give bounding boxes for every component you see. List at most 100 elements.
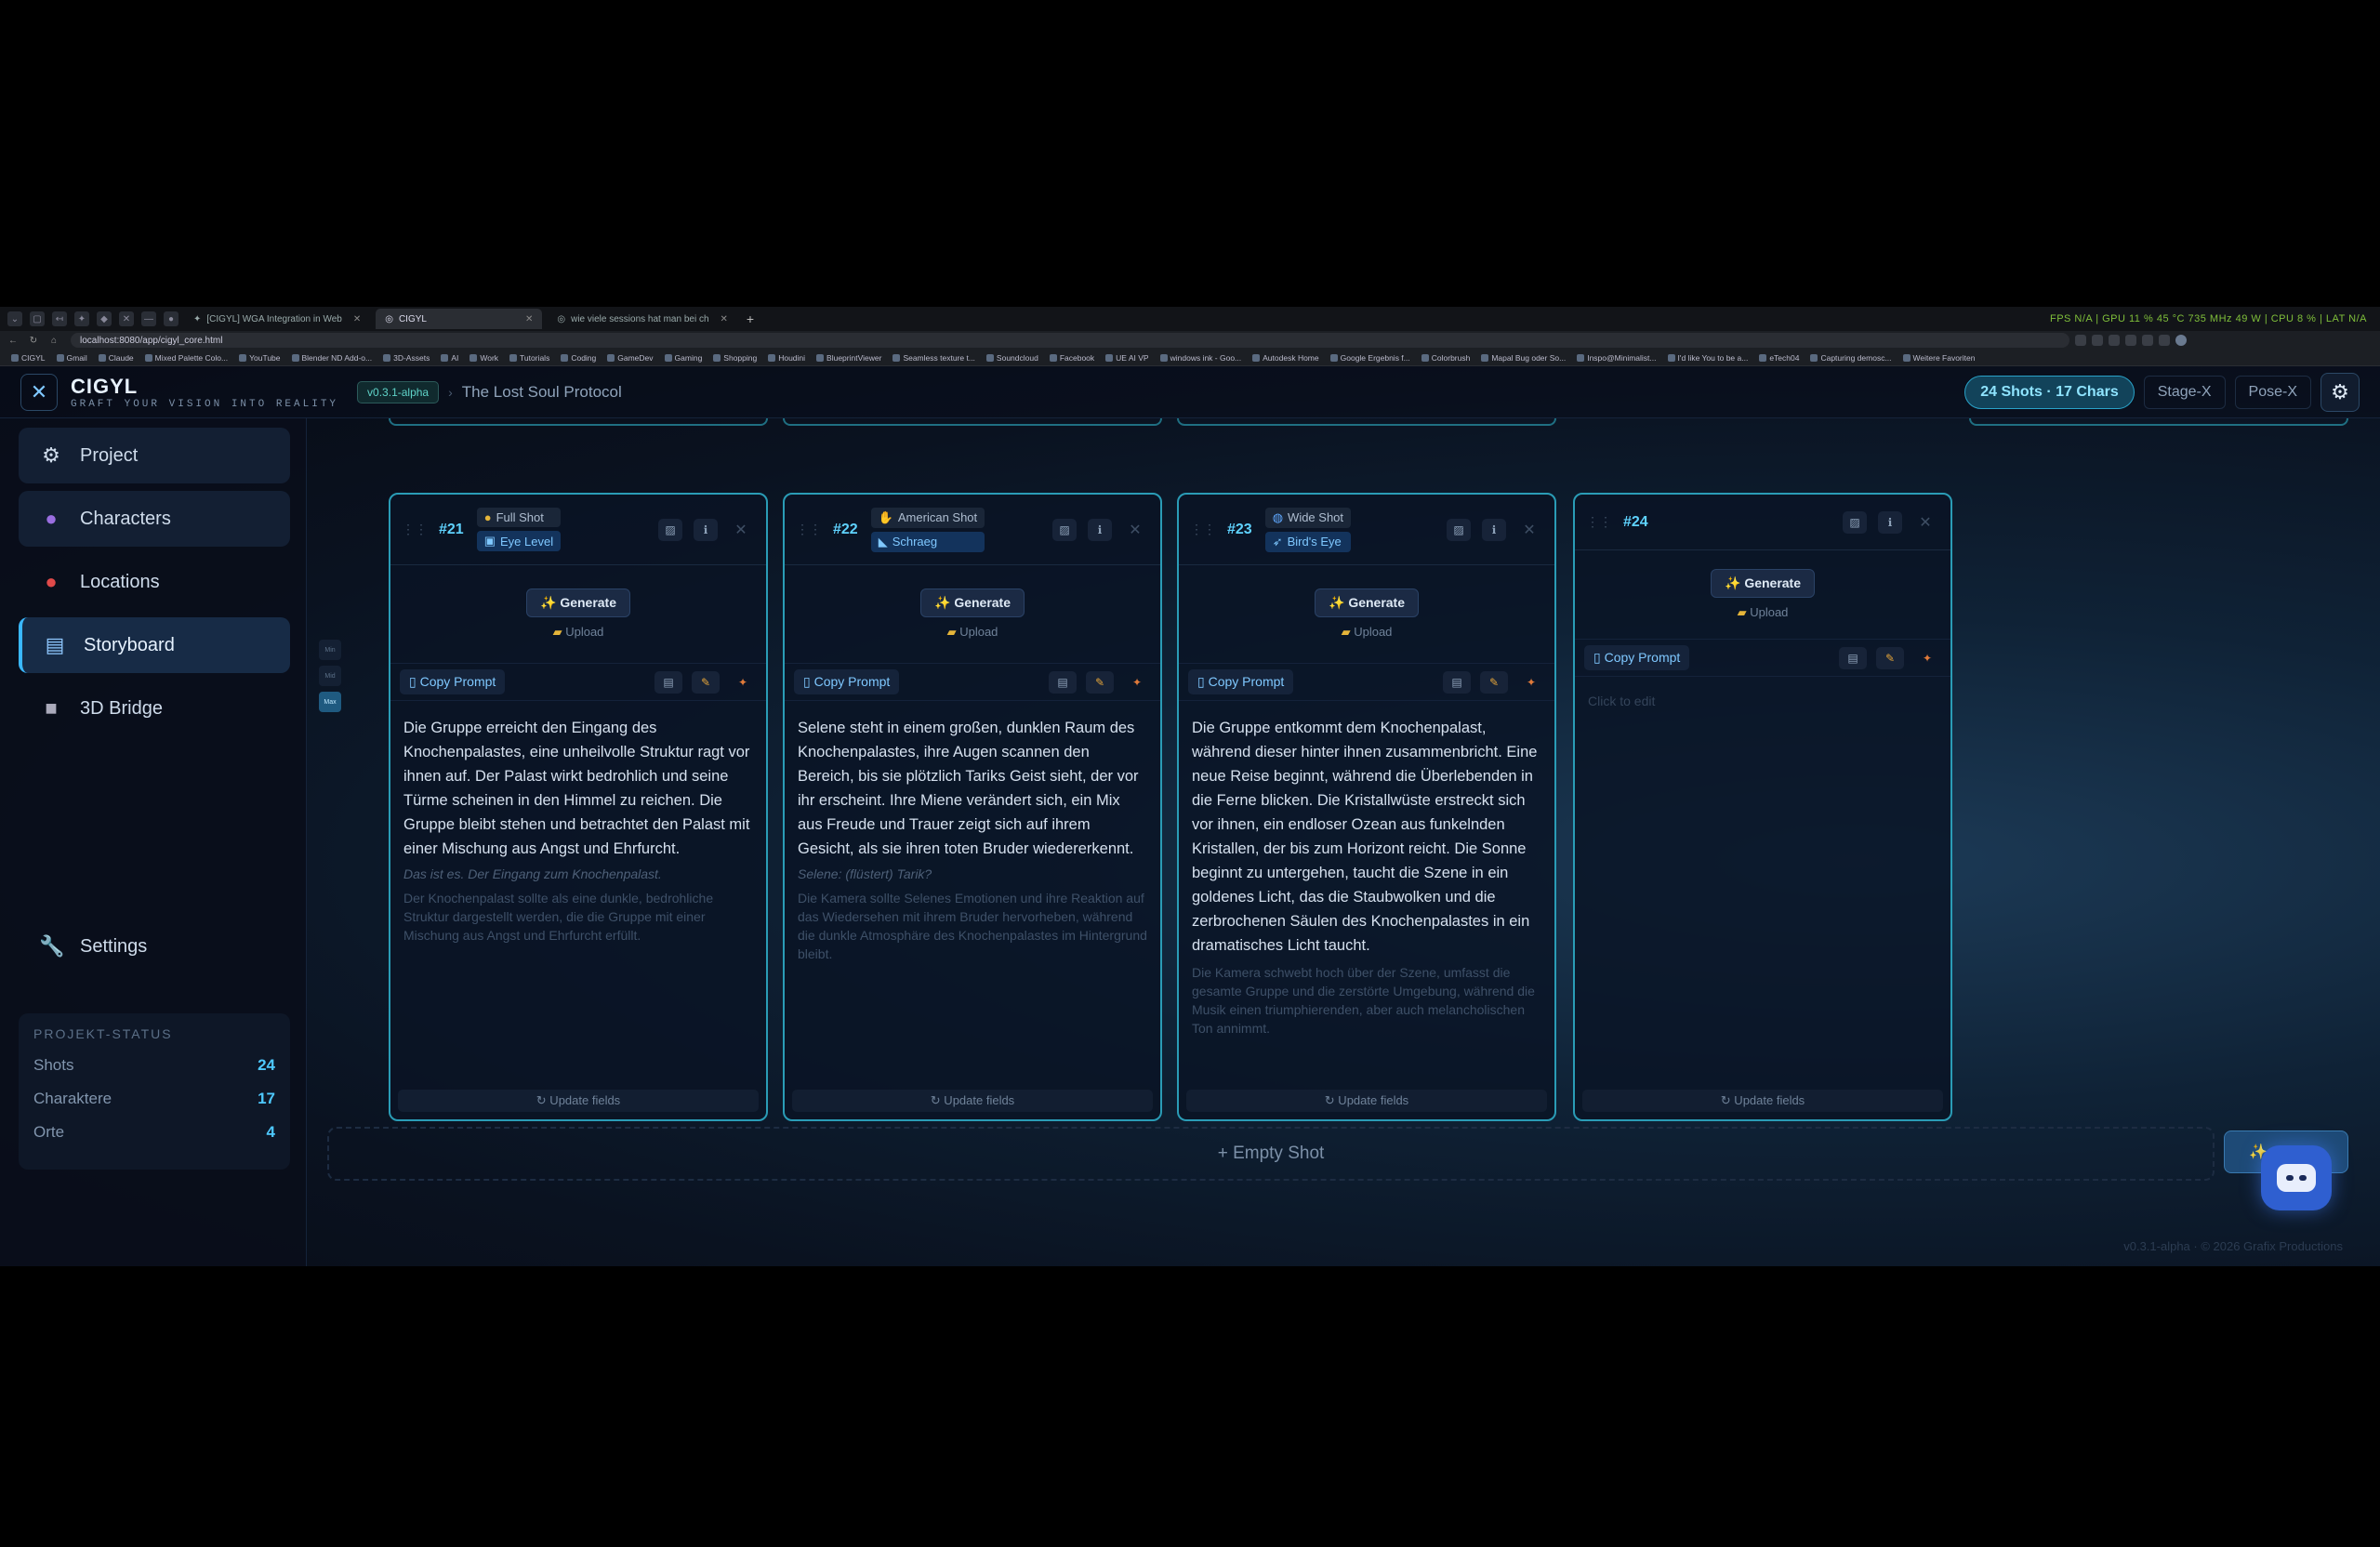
camera-notes[interactable]: Der Knochenpalast sollte als eine dunkle… [390,883,766,945]
bookmark-item[interactable]: Shopping [713,353,757,363]
update-fields-button[interactable]: ↻ Update fields [1582,1090,1943,1112]
upload-button[interactable]: ▰ Upload [1738,605,1789,620]
shot-description[interactable]: Selene steht in einem großen, dunklen Ra… [785,701,1160,861]
pencil-icon[interactable]: ✎ [1876,646,1904,669]
pinned-tab-icon[interactable]: ✕ [119,311,134,326]
favorites-icon[interactable] [2142,335,2153,346]
pinned-tab-icon[interactable]: ✦ [74,311,89,326]
image-icon[interactable]: ▨ [1447,519,1471,541]
copy-prompt-button[interactable]: ▯ Copy Prompt [1584,645,1690,670]
pinned-tab-icon[interactable]: ● [164,311,178,326]
image-icon[interactable]: ▨ [658,519,682,541]
sidebar-item-characters[interactable]: ● Characters [19,491,290,547]
bookmark-item[interactable]: Google Ergebnis f... [1329,353,1410,363]
bookmark-item[interactable]: YouTube [239,353,281,363]
size-max-button[interactable]: Max [319,692,341,712]
close-icon[interactable]: ✕ [1517,519,1541,541]
camera-angle-badge[interactable]: ➶ Bird's Eye [1264,531,1352,552]
shot-type-badge[interactable]: ◍ Wide Shot [1264,507,1352,528]
camera-angle-badge[interactable]: ◣ Schraeg [870,531,985,552]
logo-icon[interactable]: ✕ [20,373,58,411]
workspaces-icon[interactable]: ▢ [30,311,45,326]
generate-button[interactable]: ✨ Generate [919,588,1025,617]
profile-icon[interactable] [2175,335,2187,346]
reload-icon[interactable]: ↻ [26,336,41,346]
pencil-icon[interactable]: ✎ [692,670,720,694]
shot-type-badge[interactable]: ● Full Shot [476,508,562,527]
pencil-icon[interactable]: ✎ [1480,670,1508,694]
tab-close-icon[interactable]: ✕ [525,314,533,324]
info-icon[interactable]: ℹ [1088,519,1112,541]
drag-handle-icon[interactable]: ⋮⋮ [796,522,822,537]
pin-icon[interactable]: ✦ [1123,671,1151,694]
browser-tab-active[interactable]: ◎ CIGYL ✕ [376,309,543,329]
bookmark-item[interactable]: Mapal Bug oder So... [1481,353,1566,363]
extension-icon[interactable] [2109,335,2120,346]
size-min-button[interactable]: Min [319,640,341,660]
copy-prompt-button[interactable]: ▯ Copy Prompt [794,669,900,694]
info-icon[interactable]: ℹ [1482,519,1506,541]
image-icon[interactable]: ▨ [1052,519,1077,541]
url-input[interactable]: localhost:8080/app/cigyl_core.html [71,333,2069,348]
document-icon[interactable]: ▤ [1049,670,1077,694]
bookmark-item[interactable]: Claude [98,353,134,363]
size-mid-button[interactable]: Mid [319,666,341,686]
sidebar-item-storyboard[interactable]: ▤ Storyboard [19,617,290,673]
shot-dialogue[interactable]: Selene: (flüstert) Tarik? [785,861,1160,883]
extension-icon[interactable] [2125,335,2136,346]
bookmark-item[interactable]: 3D-Assets [383,353,430,363]
bookmark-item[interactable]: CIGYL [11,353,46,363]
history-icon[interactable]: ↤ [52,311,67,326]
bookmark-item[interactable]: BlueprintViewer [816,353,881,363]
bookmark-item[interactable]: Mixed Palette Colo... [144,353,228,363]
bookmark-item[interactable]: Coding [561,353,596,363]
document-icon[interactable]: ▤ [654,670,682,694]
pose-x-button[interactable]: Pose-X [2234,375,2311,409]
camera-notes[interactable]: Die Kamera sollte Selenes Emotionen und … [785,883,1160,963]
browser-tab[interactable]: ◎ wie viele sessions hat man bei ch ✕ [548,309,737,329]
extension-icon[interactable] [2092,335,2103,346]
pinned-tab-icon[interactable]: — [141,311,156,326]
sidebar-item-project[interactable]: ⚙ Project [19,428,290,483]
browser-tab[interactable]: ✦ [CIGYL] WGA Integration in Web ✕ [184,309,370,329]
bookmark-item[interactable]: windows ink - Goo... [1159,353,1241,363]
bookmark-item[interactable]: Capturing demosc... [1810,353,1892,363]
upload-button[interactable]: ▰ Upload [1342,625,1393,640]
shot-dialogue[interactable]: Das ist es. Der Eingang zum Knochenpalas… [390,861,766,883]
image-icon[interactable]: ▨ [1843,511,1867,534]
info-icon[interactable]: ℹ [1878,511,1902,534]
extension-icon[interactable] [2075,335,2086,346]
document-icon[interactable]: ▤ [1839,646,1867,669]
bookmark-item[interactable]: Houdini [768,353,805,363]
drag-handle-icon[interactable]: ⋮⋮ [1586,514,1612,530]
shot-type-badge[interactable]: ✋ American Shot [870,507,985,528]
chat-bot-button[interactable] [2261,1145,2332,1210]
shot-description[interactable]: Die Gruppe erreicht den Eingang des Knoc… [390,701,766,861]
bookmark-item[interactable]: eTech04 [1759,353,1799,363]
bookmark-item[interactable]: Inspo@Minimalist... [1577,353,1657,363]
bookmark-item[interactable]: Autodesk Home [1252,353,1319,363]
drag-handle-icon[interactable]: ⋮⋮ [1190,522,1216,537]
shot-card-22[interactable]: ⋮⋮ #22 ✋ American Shot ◣ Schraeg ▨ ℹ ✕ ✨ G… [783,493,1162,1121]
new-tab-button[interactable]: + [747,311,754,326]
tab-close-icon[interactable]: ✕ [721,314,728,324]
shot-card-23[interactable]: ⋮⋮ #23 ◍ Wide Shot ➶ Bird's Eye ▨ ℹ ✕ ✨ Ge… [1177,493,1556,1121]
shot-description[interactable]: Die Gruppe entkommt dem Knochenpalast, w… [1179,701,1554,958]
info-icon[interactable]: ℹ [694,519,718,541]
copy-prompt-button[interactable]: ▯ Copy Prompt [1188,669,1294,694]
bookmark-item[interactable]: Blender ND Add-o... [291,353,372,363]
copy-prompt-button[interactable]: ▯ Copy Prompt [400,669,506,694]
drag-handle-icon[interactable]: ⋮⋮ [402,522,428,537]
document-icon[interactable]: ▤ [1443,670,1471,694]
stats-pill[interactable]: 24 Shots · 17 Chars [1964,375,2135,409]
shot-card-24[interactable]: ⋮⋮ #24 ▨ ℹ ✕ ✨ Generate ▰ Upload ▯ Copy … [1573,493,1952,1121]
bookmark-item[interactable]: Weitere Favoriten [1902,353,1975,363]
camera-angle-badge[interactable]: ▣ Eye Level [476,531,562,551]
stage-x-button[interactable]: Stage-X [2143,375,2226,409]
bookmark-item[interactable]: Colorbrush [1421,353,1470,363]
project-name[interactable]: The Lost Soul Protocol [462,383,622,402]
bookmark-item[interactable]: Gaming [664,353,702,363]
bookmark-item[interactable]: Gmail [56,353,87,363]
bookmark-item[interactable]: Soundcloud [985,353,1038,363]
add-empty-shot-button[interactable]: + Empty Shot [327,1127,2215,1181]
